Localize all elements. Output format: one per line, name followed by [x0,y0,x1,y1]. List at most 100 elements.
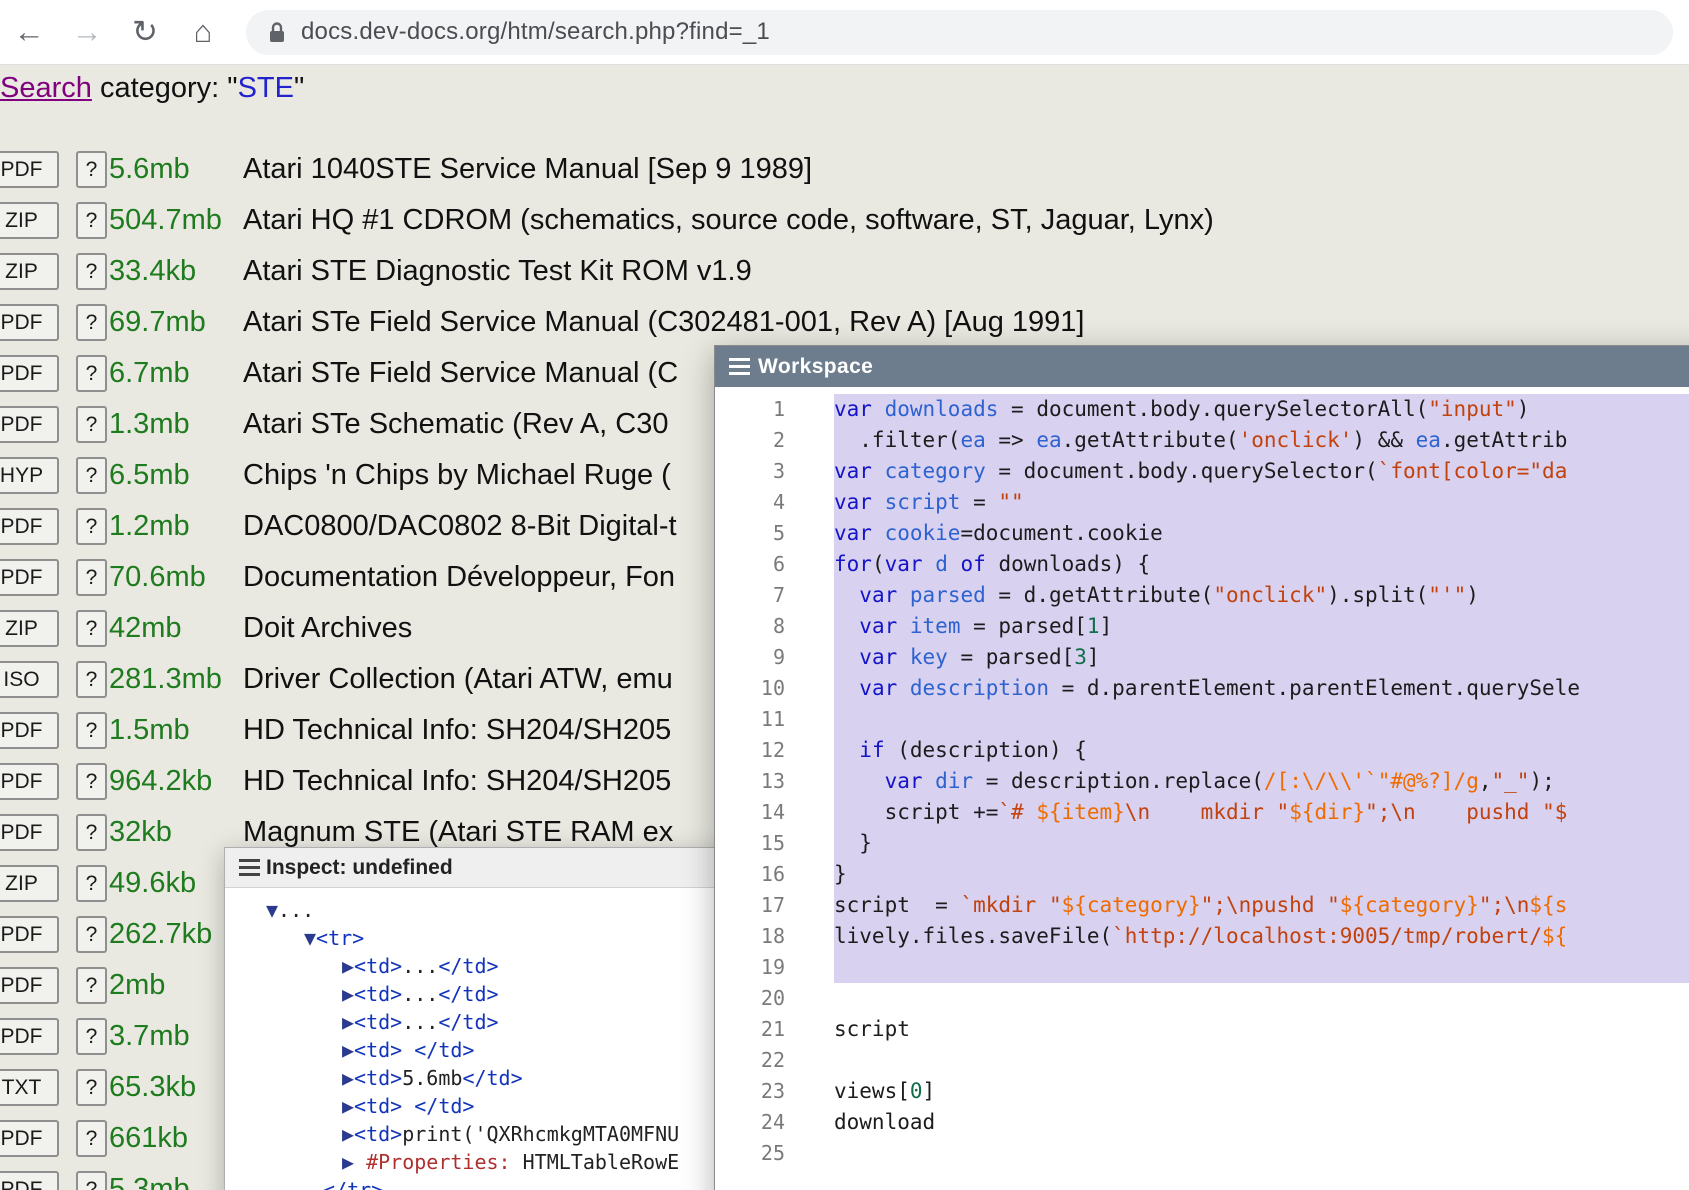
tree-node[interactable]: ▶<td>print('QXRhcmkgMTA0MFNU [225,1120,783,1148]
file-type-button[interactable]: PDF [0,406,59,443]
tree-node[interactable]: ▶<td>...</td> [225,952,783,980]
dom-tree: ▼...▼<tr>▶<td>...</td>▶<td>...</td>▶<td>… [225,888,783,1190]
code-line: 5var cookie=document.cookie [715,518,1689,549]
file-type-button[interactable]: ZIP [0,253,59,290]
code-text[interactable]: var parsed = d.getAttribute("onclick").s… [834,580,1689,611]
tree-node[interactable]: ▼<tr> [225,924,783,952]
inspect-titlebar[interactable]: Inspect: undefined [225,848,783,888]
tree-node[interactable]: ▶<td> </td> [225,1036,783,1064]
file-type-button[interactable]: TXT [0,1069,59,1106]
file-info-button[interactable]: ? [76,304,107,341]
file-type-button[interactable]: PDF [0,355,59,392]
file-info-button[interactable]: ? [76,1069,107,1106]
file-type-button[interactable]: PDF [0,304,59,341]
code-text[interactable] [834,1045,1689,1076]
file-info-button[interactable]: ? [76,661,107,698]
file-info-button[interactable]: ? [76,559,107,596]
tree-node[interactable]: ▶ #Properties: HTMLTableRowE [225,1148,783,1176]
code-text[interactable]: script [834,1014,1689,1045]
code-text[interactable]: var cookie=document.cookie [834,518,1689,549]
tree-node[interactable]: ▶<td>...</td> [225,1008,783,1036]
workspace-titlebar[interactable]: Workspace [715,346,1689,387]
code-text[interactable]: var dir = description.replace(/[:\/\\'`"… [834,766,1689,797]
file-info-button[interactable]: ? [76,916,107,953]
file-info-button[interactable]: ? [76,763,107,800]
code-text[interactable]: for(var d of downloads) { [834,549,1689,580]
code-text[interactable] [834,983,1689,1014]
file-type-button[interactable]: ZIP [0,865,59,902]
search-link[interactable]: Search [0,72,92,104]
code-text[interactable]: lively.files.saveFile(`http://localhost:… [834,921,1689,952]
file-info-button[interactable]: ? [76,457,107,494]
file-info-button[interactable]: ? [76,253,107,290]
file-info-button[interactable]: ? [76,865,107,902]
file-info-button[interactable]: ? [76,814,107,851]
code-text[interactable]: var category = document.body.querySelect… [834,456,1689,487]
code-text[interactable]: if (description) { [834,735,1689,766]
back-button[interactable]: ← [0,14,58,50]
file-info-button[interactable]: ? [76,202,107,239]
file-size: 70.6mb [109,561,243,594]
line-number: 18 [715,921,801,952]
file-type-button[interactable]: PDF [0,967,59,1004]
file-type-button[interactable]: HYP [0,457,59,494]
refresh-button[interactable]: ↻ [116,14,174,50]
file-type-button[interactable]: PDF [0,763,59,800]
line-number: 9 [715,642,801,673]
inspect-menu-icon[interactable] [225,866,260,869]
file-size: 49.6kb [109,867,243,900]
file-info-button[interactable]: ? [76,406,107,443]
file-type-button[interactable]: PDF [0,559,59,596]
file-type-button[interactable]: ISO [0,661,59,698]
file-info-button[interactable]: ? [76,151,107,188]
file-type-button[interactable]: PDF [0,1120,59,1157]
code-text[interactable]: .filter(ea => ea.getAttribute('onclick')… [834,425,1689,456]
tree-node[interactable]: ▶<td> </td> [225,1092,783,1120]
file-info-button[interactable]: ? [76,712,107,749]
file-type-button[interactable]: PDF [0,1171,59,1190]
file-info-button[interactable]: ? [76,967,107,1004]
file-type-button[interactable]: ZIP [0,202,59,239]
tree-node[interactable]: ▶<td>...</td> [225,980,783,1008]
file-size: 42mb [109,612,243,645]
tree-node[interactable]: </tr> [225,1176,783,1190]
code-line: 21script [715,1014,1689,1045]
file-info-button[interactable]: ? [76,355,107,392]
code-text[interactable]: } [834,828,1689,859]
tree-node[interactable]: ▼... [225,896,783,924]
code-text[interactable]: var description = d.parentElement.parent… [834,673,1689,704]
code-text[interactable]: script = `mkdir "${category}";\npushd "$… [834,890,1689,921]
file-type-button[interactable]: ZIP [0,610,59,647]
file-type-button[interactable]: PDF [0,508,59,545]
file-info-button[interactable]: ? [76,508,107,545]
file-type-button[interactable]: PDF [0,151,59,188]
browser-toolbar: ← → ↻ ⌂ docs.dev-docs.org/htm/search.php… [0,0,1689,65]
code-text[interactable]: download [834,1107,1689,1138]
code-text[interactable]: var item = parsed[1] [834,611,1689,642]
file-type-button[interactable]: PDF [0,1018,59,1055]
code-text[interactable] [834,952,1689,983]
code-text[interactable]: var script = "" [834,487,1689,518]
file-info-button[interactable]: ? [76,610,107,647]
file-type-button[interactable]: PDF [0,712,59,749]
workspace-menu-icon[interactable] [715,365,750,368]
file-info-button[interactable]: ? [76,1018,107,1055]
tree-node[interactable]: ▶<td>5.6mb</td> [225,1064,783,1092]
file-info-button[interactable]: ? [76,1120,107,1157]
code-text[interactable] [834,704,1689,735]
file-type-button[interactable]: PDF [0,916,59,953]
file-type-button[interactable]: PDF [0,814,59,851]
lock-icon [268,21,286,44]
code-text[interactable]: } [834,859,1689,890]
code-text[interactable]: script +=`# ${item}\n mkdir "${dir}";\n … [834,797,1689,828]
file-title: HD Technical Info: SH204/SH205 [243,714,671,747]
code-text[interactable]: var key = parsed[3] [834,642,1689,673]
code-text[interactable]: var downloads = document.body.querySelec… [834,394,1689,425]
code-text[interactable]: views[0] [834,1076,1689,1107]
code-text[interactable] [834,1138,1689,1169]
line-number: 10 [715,673,801,704]
forward-button[interactable]: → [58,14,116,50]
address-bar[interactable]: docs.dev-docs.org/htm/search.php?find=_1 [246,10,1673,55]
file-info-button[interactable]: ? [76,1171,107,1190]
home-button[interactable]: ⌂ [174,14,232,50]
